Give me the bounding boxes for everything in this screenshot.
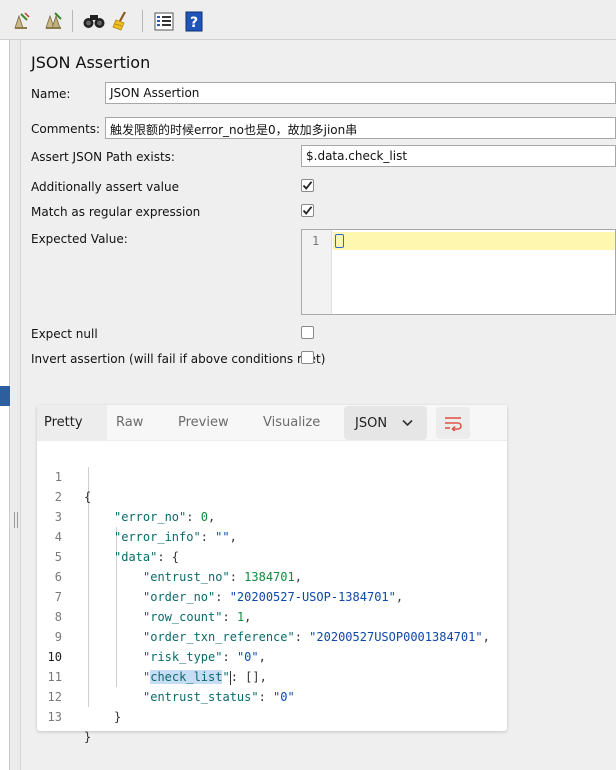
code-line: 7 "row_count": 1, bbox=[37, 567, 507, 624]
panel-title: JSON Assertion bbox=[31, 53, 151, 72]
code-line: 9 "risk_type": "0", bbox=[37, 607, 507, 664]
editor-caret bbox=[335, 234, 344, 248]
clear-icon bbox=[14, 12, 30, 29]
code-line: 4 "data": { bbox=[37, 507, 507, 564]
divider-grip-icon[interactable] bbox=[14, 512, 18, 528]
code-line: 1 { bbox=[37, 447, 507, 504]
code-text: } bbox=[114, 710, 122, 724]
editor-current-line bbox=[333, 232, 615, 250]
regex-checkbox[interactable] bbox=[301, 204, 314, 217]
tab-visualize[interactable]: Visualize bbox=[263, 405, 320, 441]
checkmark-icon bbox=[302, 206, 313, 215]
tree-selected-node[interactable] bbox=[0, 386, 10, 406]
code-text: } bbox=[84, 730, 92, 744]
invert-assertion-checkbox[interactable] bbox=[301, 351, 314, 364]
code-line: 11 "entrust_status": "0" bbox=[37, 647, 507, 704]
code-line-current: 10 "check_list": [], bbox=[37, 627, 507, 685]
json-path-label: Assert JSON Path exists: bbox=[31, 150, 175, 164]
code-line: 2 "error_no": 0, bbox=[37, 467, 507, 524]
split-pane-divider[interactable] bbox=[11, 40, 21, 770]
response-viewer: Pretty Raw Preview Visualize JSON 1 { 2 … bbox=[37, 405, 507, 744]
wrap-lines-icon bbox=[445, 417, 462, 431]
help-icon: ? bbox=[185, 11, 203, 32]
json-path-input[interactable]: $.data.check_list bbox=[301, 145, 616, 167]
expect-null-checkbox[interactable] bbox=[301, 326, 314, 339]
expect-null-label: Expect null bbox=[31, 327, 98, 341]
function-helper-icon bbox=[154, 12, 174, 31]
code-line: 12 } bbox=[37, 667, 507, 724]
code-line: 3 "error_info": "", bbox=[37, 487, 507, 544]
assert-value-checkbox[interactable] bbox=[301, 179, 314, 192]
toolbar: ? bbox=[0, 0, 616, 40]
tab-preview[interactable]: Preview bbox=[178, 405, 229, 441]
editor-line-number: 1 bbox=[312, 234, 320, 248]
format-select-value: JSON bbox=[355, 415, 388, 431]
view-tabs: Pretty Raw Preview Visualize JSON bbox=[37, 405, 507, 441]
function-helper-button[interactable] bbox=[152, 9, 176, 33]
code-line: 13 } bbox=[37, 687, 507, 744]
expected-value-label: Expected Value: bbox=[31, 232, 128, 246]
test-plan-tree[interactable] bbox=[0, 40, 10, 770]
help-button[interactable]: ? bbox=[182, 9, 206, 33]
wrap-lines-button[interactable] bbox=[436, 407, 470, 439]
name-input[interactable]: JSON Assertion bbox=[105, 82, 616, 104]
name-label: Name: bbox=[31, 87, 71, 101]
reset-search-button[interactable] bbox=[110, 9, 134, 33]
checkmark-icon bbox=[302, 181, 313, 190]
invert-assertion-label: Invert assertion (will fail if above con… bbox=[31, 352, 326, 366]
format-select[interactable]: JSON bbox=[344, 406, 427, 440]
toolbar-separator bbox=[142, 10, 143, 32]
regex-label: Match as regular expression bbox=[31, 205, 201, 219]
binoculars-icon bbox=[83, 15, 105, 28]
clear-all-button[interactable] bbox=[42, 9, 66, 33]
comments-label: Comments: bbox=[31, 122, 101, 136]
line-number: 13 bbox=[47, 710, 62, 724]
svg-text:?: ? bbox=[190, 15, 198, 31]
expected-value-editor[interactable]: 1 bbox=[301, 229, 616, 315]
assert-value-label: Additionally assert value bbox=[31, 180, 179, 194]
comments-input[interactable]: 触发限额的时候error_no也是0，故加多jion串 bbox=[105, 117, 616, 139]
clear-all-icon bbox=[45, 12, 62, 29]
code-line: 6 "order_no": "20200527-USOP-1384701", bbox=[37, 547, 507, 604]
toolbar-separator bbox=[72, 10, 73, 32]
tab-pretty[interactable]: Pretty bbox=[37, 405, 107, 441]
search-button[interactable] bbox=[82, 9, 106, 33]
clear-button[interactable] bbox=[10, 9, 34, 33]
chevron-down-icon bbox=[402, 419, 413, 427]
code-line: 8 "order_txn_reference": "20200527USOP00… bbox=[37, 587, 507, 644]
code-line: 5 "entrust_no": 1384701, bbox=[37, 527, 507, 584]
tab-raw[interactable]: Raw bbox=[116, 405, 143, 441]
broom-icon bbox=[112, 11, 126, 31]
